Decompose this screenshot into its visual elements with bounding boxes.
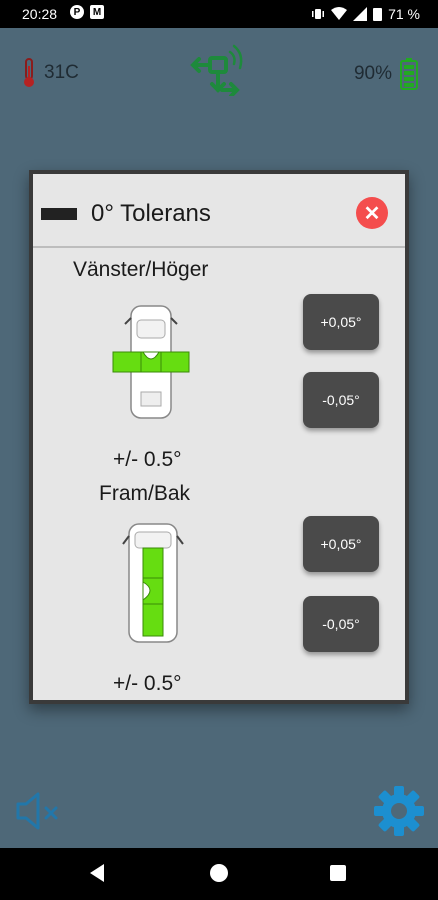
thermometer-icon bbox=[24, 58, 34, 87]
battery-level-icon bbox=[400, 58, 418, 90]
front-back-minus-button[interactable]: -0,05° bbox=[303, 596, 379, 652]
status-notification-icons: P M bbox=[70, 5, 104, 19]
dialog-body: 0° Tolerans ✕ Vänster/Höger +/- 0.5° +0,… bbox=[33, 178, 405, 696]
left-right-label: Vänster/Höger bbox=[73, 258, 209, 281]
dialog-header: 0° Tolerans ✕ bbox=[33, 178, 405, 248]
app-notification-icon: P bbox=[70, 5, 84, 19]
temperature-display: 31C bbox=[22, 58, 79, 88]
left-right-tolerance: +/- 0.5° bbox=[113, 448, 182, 471]
gear-icon[interactable] bbox=[372, 784, 426, 838]
battery-percent: 71 % bbox=[388, 6, 420, 22]
close-button[interactable]: ✕ bbox=[356, 197, 388, 229]
front-back-label: Fram/Bak bbox=[99, 482, 191, 505]
signal-icon bbox=[353, 7, 368, 21]
front-back-tolerance: +/- 0.5° bbox=[113, 672, 182, 695]
battery-status-icon bbox=[373, 8, 383, 21]
status-time: 20:28 bbox=[22, 6, 58, 22]
wifi-icon bbox=[331, 7, 348, 20]
mute-icon[interactable] bbox=[14, 790, 62, 832]
front-back-plus-button[interactable]: +0,05° bbox=[303, 516, 379, 572]
car-top-view-roll-icon bbox=[112, 305, 190, 419]
car-top-view-pitch-icon bbox=[122, 523, 184, 643]
sensor-connection-icon[interactable] bbox=[190, 40, 250, 96]
spirit-level-icon bbox=[41, 208, 77, 220]
back-icon[interactable] bbox=[90, 864, 104, 882]
navigation-bar bbox=[0, 848, 438, 900]
home-icon[interactable] bbox=[210, 864, 228, 882]
device-battery-value: 90% bbox=[353, 63, 392, 84]
mail-notification-icon: M bbox=[90, 5, 104, 19]
status-right: 71 % bbox=[311, 6, 420, 22]
device-battery-display: 90% bbox=[354, 58, 418, 90]
dialog-title: 0° Tolerans bbox=[91, 200, 211, 227]
left-right-minus-button[interactable]: -0,05° bbox=[303, 372, 379, 428]
temperature-value: 31C bbox=[44, 62, 79, 83]
recent-apps-icon[interactable] bbox=[330, 865, 346, 881]
tolerance-dialog: 0° Tolerans ✕ Vänster/Höger +/- 0.5° +0,… bbox=[29, 170, 409, 704]
vibrate-icon bbox=[312, 9, 325, 19]
left-right-plus-button[interactable]: +0,05° bbox=[303, 294, 379, 350]
status-bar: 20:28 P M 71 % bbox=[0, 0, 438, 28]
